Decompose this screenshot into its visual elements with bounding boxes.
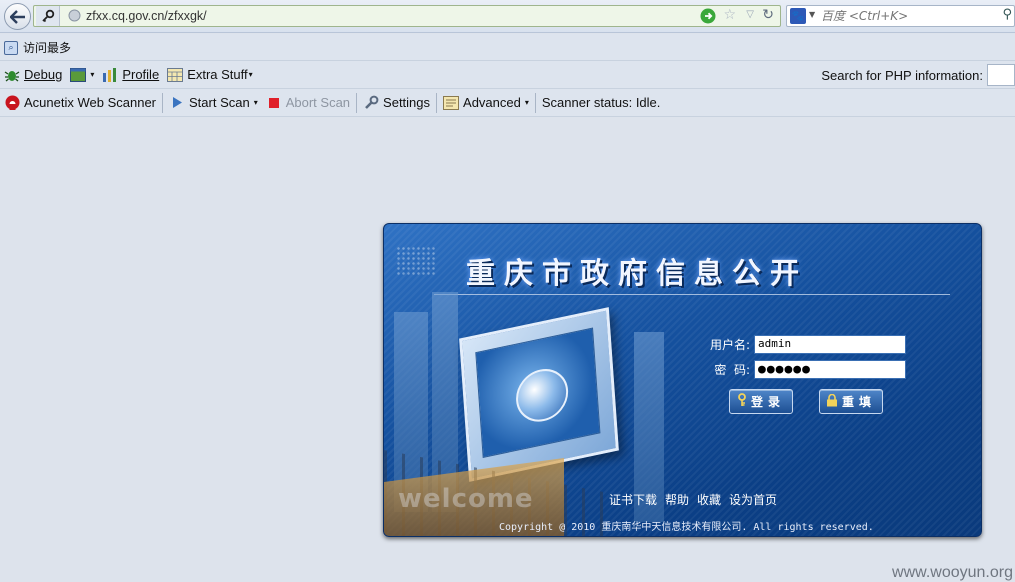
settings-label: Settings <box>383 95 431 110</box>
key-icon <box>737 393 747 410</box>
bookmark-label: 访问最多 <box>23 41 72 55</box>
decorative-dots <box>396 246 436 276</box>
start-scan-label: Start Scan <box>189 95 250 110</box>
url-bar[interactable]: zfxx.cq.gov.cn/zfxxgk/ ☆ ▽ ↻ <box>33 5 781 27</box>
scanner-status-text: Scanner status: Idle. <box>541 95 661 110</box>
chevron-down-icon: ▾ <box>253 98 258 107</box>
settings-button[interactable]: Settings <box>359 95 434 111</box>
bookmark-folder-icon: ⌕ <box>4 40 18 55</box>
debug-label: Debug <box>24 67 63 82</box>
extra-stuff-label: Extra Stuff <box>187 67 248 82</box>
debug-button[interactable]: Debug <box>0 67 66 83</box>
window-icon <box>70 67 87 83</box>
bug-icon <box>4 67 20 83</box>
go-arrow-icon[interactable] <box>700 8 716 27</box>
chevron-down-icon[interactable]: ▼ <box>809 10 815 19</box>
extra-stuff-button[interactable]: Extra Stuff ▾ <box>163 67 256 83</box>
watermark: www.wooyun.org <box>892 564 1013 581</box>
php-search-input[interactable] <box>987 64 1015 86</box>
wrench-icon <box>363 95 379 111</box>
scanner-toolbar: Acunetix Web Scanner Start Scan ▾ Abort … <box>0 89 1015 117</box>
password-row: 密 码: ●●●●●● <box>702 360 906 379</box>
acunetix-logo-icon <box>4 95 20 111</box>
username-field[interactable]: admin <box>754 335 906 354</box>
chevron-down-icon: ▾ <box>248 70 253 79</box>
calendar-icon <box>167 67 184 83</box>
navigation-bar: zfxx.cq.gov.cn/zfxxgk/ ☆ ▽ ↻ 🐾 ▼ ⚲ <box>0 0 1015 33</box>
start-scan-button[interactable]: Start Scan ▾ <box>165 95 262 111</box>
php-search: Search for PHP information: <box>821 64 1015 86</box>
bookmarks-bar: ⌕ 访问最多 <box>0 34 1015 61</box>
advanced-label: Advanced <box>463 95 521 110</box>
chevron-down-icon: ▾ <box>90 70 95 79</box>
search-icon[interactable]: ⚲ <box>1002 7 1012 22</box>
link-certificate-download[interactable]: 证书下载 <box>609 491 657 508</box>
profile-bars-icon <box>102 67 118 83</box>
php-search-label: Search for PHP information: <box>821 67 983 83</box>
link-help[interactable]: 帮助 <box>665 491 689 508</box>
advanced-button[interactable]: Advanced ▾ <box>439 95 533 111</box>
abort-scan-button[interactable]: Abort Scan <box>262 95 354 111</box>
search-bar: 🐾 ▼ ⚲ <box>786 5 1015 27</box>
back-arrow-icon <box>9 9 25 24</box>
bookmark-most-visited[interactable]: ⌕ 访问最多 <box>4 39 71 56</box>
reset-button[interactable]: 重填 <box>819 389 883 414</box>
debug-window-button[interactable]: ▾ <box>66 67 98 83</box>
toolbar-separator <box>356 92 358 113</box>
password-field[interactable]: ●●●●●● <box>754 360 906 379</box>
welcome-text: welcome <box>398 484 534 514</box>
link-favorite[interactable]: 收藏 <box>697 491 721 508</box>
login-panel: 重庆市政府信息公开 welcome 用户名: admin 密 码: ●●●●●●… <box>383 223 982 537</box>
stop-icon <box>266 95 282 111</box>
footer-links: 证书下载 帮助 收藏 设为首页 <box>609 491 777 508</box>
monitor-screen <box>475 327 601 458</box>
username-row: 用户名: admin <box>702 335 906 354</box>
advanced-icon <box>443 95 460 111</box>
dev-toolbar: Debug ▾ Profile Extra Stuff ▾ Search for… <box>0 61 1015 89</box>
monitor-illustration <box>459 307 619 482</box>
reset-button-label: 重填 <box>841 395 876 409</box>
globe-illustration <box>514 364 570 427</box>
username-label: 用户名: <box>709 338 750 352</box>
copyright-text: Copyright @ 2010 重庆南华中天信息技术有限公司. All rig… <box>499 522 874 533</box>
page-title: 重庆市政府信息公开 <box>466 256 809 290</box>
acunetix-brand[interactable]: Acunetix Web Scanner <box>0 95 160 111</box>
login-button[interactable]: 登录 <box>729 389 793 414</box>
toolbar-separator <box>162 92 163 113</box>
abort-scan-label: Abort Scan <box>285 95 351 110</box>
site-identity-icon[interactable] <box>36 6 60 26</box>
profile-button[interactable]: Profile <box>98 67 163 83</box>
search-engine-icon[interactable]: 🐾 <box>790 8 806 24</box>
toolbar-separator <box>534 92 536 113</box>
bookmark-star-icon[interactable]: ☆ <box>723 7 736 23</box>
back-button[interactable] <box>4 3 31 30</box>
reload-icon[interactable]: ↻ <box>762 7 774 23</box>
scanner-status: Scanner status: Idle. <box>538 95 665 110</box>
profile-label: Profile <box>122 67 160 82</box>
play-icon <box>169 95 185 111</box>
password-label: 密 码: <box>714 363 750 377</box>
search-input[interactable] <box>821 8 991 24</box>
chevron-down-icon: ▾ <box>524 98 529 107</box>
key-icon <box>41 9 54 23</box>
url-text[interactable]: zfxx.cq.gov.cn/zfxxgk/ <box>86 9 207 23</box>
toolbar-separator <box>436 92 438 113</box>
login-button-label: 登录 <box>750 395 785 409</box>
link-set-homepage[interactable]: 设为首页 <box>729 491 777 508</box>
globe-icon <box>68 9 81 25</box>
lock-icon <box>826 393 838 410</box>
url-dropdown-icon[interactable]: ▽ <box>746 9 754 20</box>
acunetix-label: Acunetix Web Scanner <box>24 95 156 110</box>
